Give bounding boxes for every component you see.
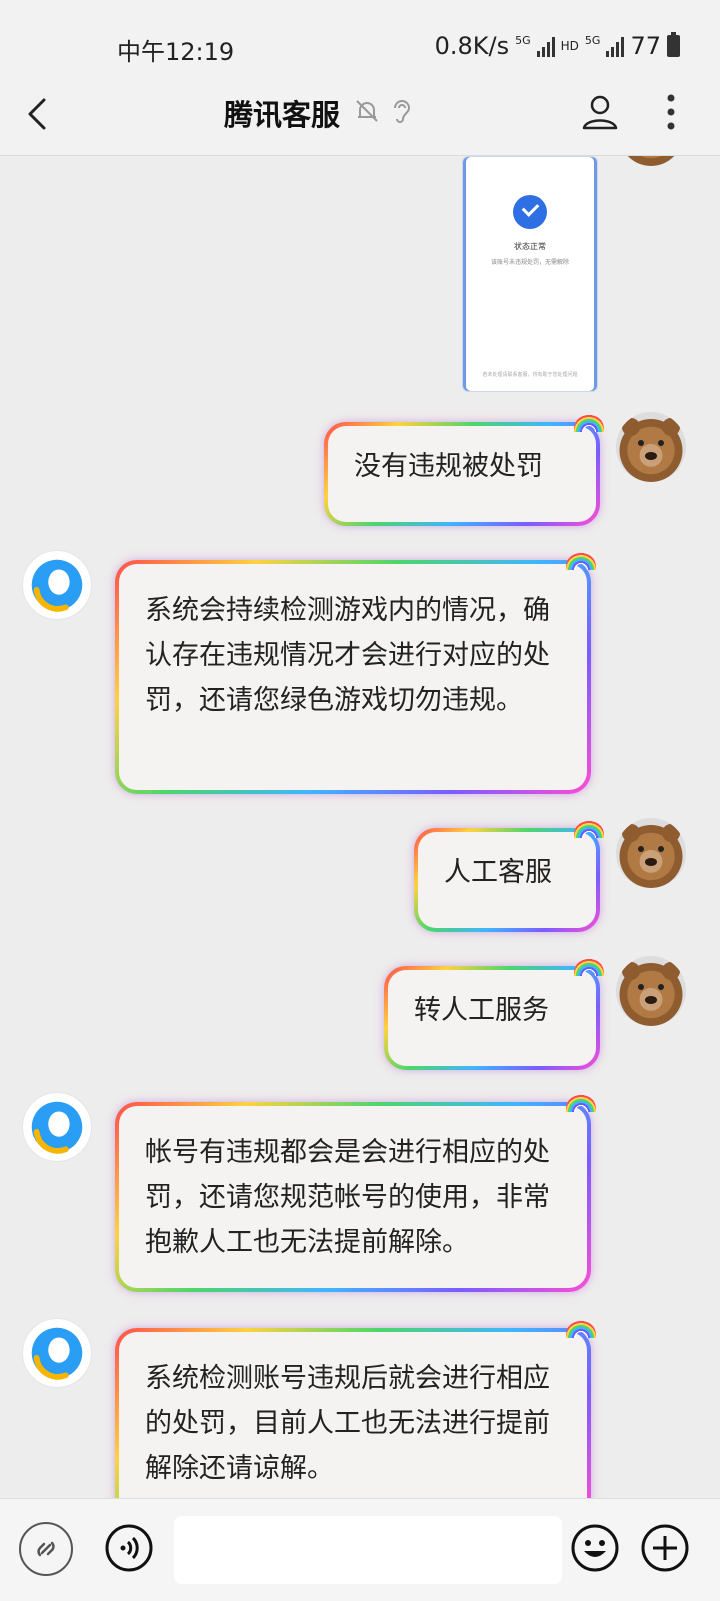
qq-penguin-icon	[31, 1101, 83, 1154]
service-avatar[interactable]	[22, 550, 92, 620]
mute-bell-icon	[356, 100, 378, 122]
emoji-icon[interactable]	[570, 1523, 620, 1573]
rainbow-icon	[566, 552, 596, 570]
rainbow-icon	[566, 1320, 596, 1338]
rainbow-icon	[574, 820, 604, 838]
signal-icon	[606, 35, 625, 57]
message-text: 人工客服	[418, 832, 596, 928]
sim1-network: 5G	[515, 33, 531, 47]
back-arrow-icon[interactable]	[20, 94, 60, 134]
voice-icon[interactable]	[104, 1523, 154, 1573]
service-avatar[interactable]	[22, 1092, 92, 1162]
message-text: 没有违规被处罚	[328, 426, 596, 522]
hd-label: HD	[560, 39, 579, 53]
user-avatar[interactable]	[616, 412, 686, 482]
shared-image[interactable]: 状态正常 该账号未违规处罚，无需解除 若未处理请联系客服，将有助于您处理问题	[462, 156, 598, 392]
message-text: 帐号有违规都会是会进行相应的处罚，还请您规范帐号的使用，非常抱歉人工也无法提前解…	[119, 1106, 587, 1288]
status-time: 中午12:19	[117, 38, 235, 66]
message-text: 系统检测账号违规后就会进行相应的处罚，目前人工也无法进行提前解除还请谅解。	[119, 1332, 587, 1498]
user-avatar[interactable]	[616, 956, 686, 1026]
input-bar	[0, 1498, 720, 1601]
more-vertical-icon[interactable]	[664, 92, 678, 132]
message-bubble-user[interactable]: 人工客服	[414, 828, 600, 932]
battery-icon	[667, 32, 680, 57]
image-title: 状态正常	[514, 242, 546, 251]
rainbow-icon	[574, 414, 604, 432]
signal-icon	[536, 35, 555, 57]
qq-penguin-icon	[31, 559, 83, 612]
message-bubble-user[interactable]: 转人工服务	[384, 966, 600, 1070]
sim2-network: 5G	[584, 33, 601, 47]
message-input[interactable]	[174, 1516, 562, 1584]
image-subtitle: 该账号未违规处罚，无需解除	[490, 259, 569, 266]
message-bubble-service[interactable]: 系统会持续检测游戏内的情况，确认存在违规情况才会进行对应的处罚，还请您绿色游戏切…	[115, 560, 591, 794]
mini-app-link-icon[interactable]	[18, 1521, 74, 1577]
rainbow-icon	[566, 1094, 596, 1112]
message-bubble-service[interactable]: 系统检测账号违规后就会进行相应的处罚，目前人工也无法进行提前解除还请谅解。	[115, 1328, 591, 1498]
chat-area[interactable]: 状态正常 该账号未违规处罚，无需解除 若未处理请联系客服，将有助于您处理问题 没…	[0, 156, 720, 1498]
service-avatar[interactable]	[22, 1318, 92, 1388]
rainbow-icon	[574, 958, 604, 976]
chat-title: 腾讯客服	[224, 98, 341, 132]
plus-icon[interactable]	[640, 1523, 690, 1573]
person-icon[interactable]	[580, 92, 620, 132]
message-bubble-service[interactable]: 帐号有违规都会是会进行相应的处罚，还请您规范帐号的使用，非常抱歉人工也无法提前解…	[115, 1102, 591, 1292]
check-icon	[513, 195, 547, 229]
status-indicators: 0.8K/s 5G HD 5G 77	[435, 32, 680, 60]
message-bubble-user[interactable]: 没有违规被处罚	[324, 422, 600, 526]
ear-icon	[394, 100, 411, 123]
message-text: 系统会持续检测游戏内的情况，确认存在违规情况才会进行对应的处罚，还请您绿色游戏切…	[119, 564, 587, 790]
status-bar: 中午12:19 0.8K/s 5G HD 5G 77	[0, 0, 720, 92]
message-text: 转人工服务	[388, 970, 596, 1066]
chat-header: 腾讯客服	[0, 80, 720, 156]
image-footer: 若未处理请联系客服，将有助于您处理问题	[482, 372, 578, 378]
net-speed: 0.8K/s	[434, 32, 510, 60]
qq-penguin-icon	[31, 1327, 83, 1380]
battery-level: 77	[630, 32, 661, 60]
user-avatar[interactable]	[616, 818, 686, 888]
user-avatar[interactable]	[616, 156, 686, 166]
